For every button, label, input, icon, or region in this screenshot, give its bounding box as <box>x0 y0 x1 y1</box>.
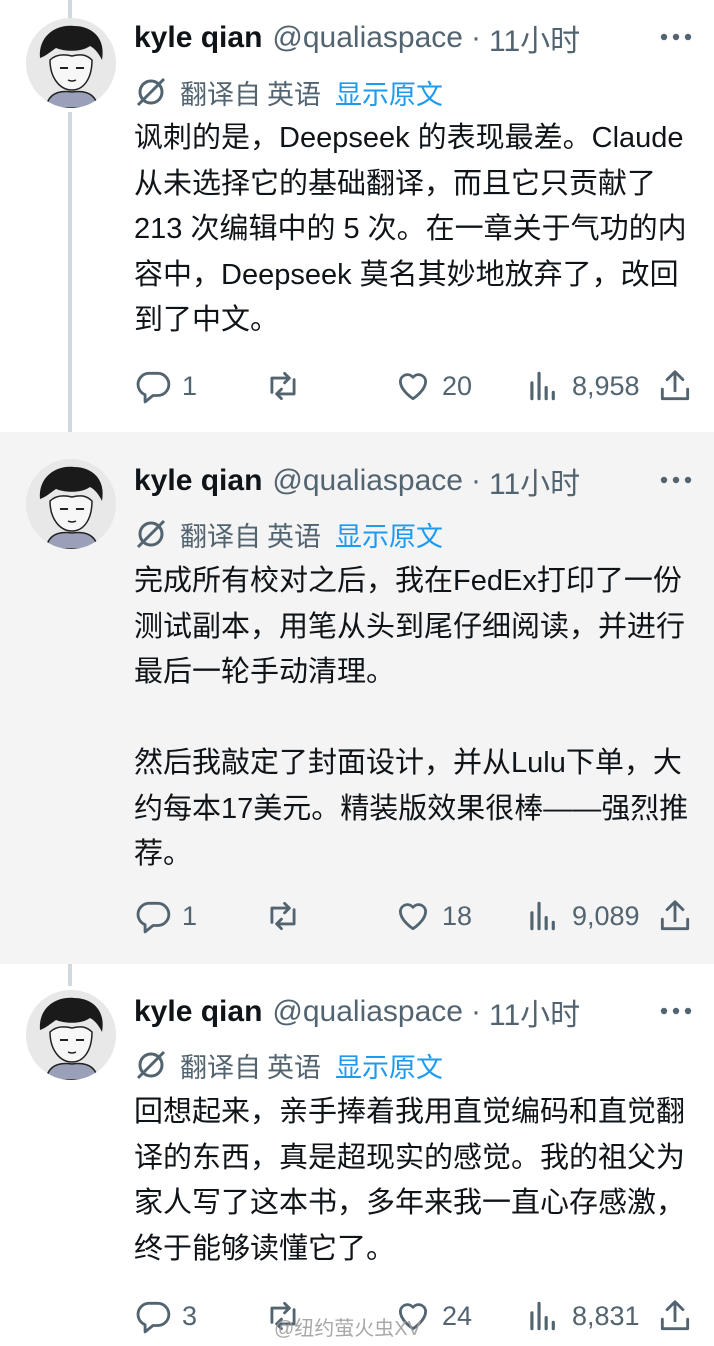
user-handle[interactable]: @qualiaspace <box>272 21 463 55</box>
like-count: 20 <box>442 370 473 401</box>
view-count: 8,831 <box>572 1300 640 1331</box>
share-button[interactable] <box>656 891 694 941</box>
timestamp[interactable]: 11小时 <box>489 459 580 503</box>
user-handle[interactable]: @qualiaspace <box>272 995 463 1029</box>
tweet-2[interactable]: kyle qian @qualiaspace · 11小时 翻译自 英语 显示原… <box>0 432 714 964</box>
source-language: 英语 <box>267 521 321 552</box>
retweet-button[interactable] <box>264 891 312 941</box>
separator-dot: · <box>470 464 481 497</box>
reply-icon <box>136 901 171 934</box>
display-name[interactable]: kyle qian <box>134 464 262 498</box>
view-count: 9,089 <box>572 900 640 931</box>
translation-bar: 翻译自 英语 显示原文 <box>134 1043 443 1087</box>
reply-count: 3 <box>182 1300 198 1331</box>
separator-dot: · <box>470 21 481 54</box>
translated-from-label: 翻译自 <box>180 1052 261 1083</box>
show-original-link[interactable]: 显示原文 <box>335 515 443 554</box>
more-icon[interactable] <box>658 465 694 495</box>
views-icon <box>530 1301 555 1331</box>
reply-button[interactable]: 1 <box>134 891 197 941</box>
like-count: 18 <box>442 900 473 931</box>
view-count: 8,958 <box>572 370 640 401</box>
share-icon <box>660 900 690 931</box>
avatar[interactable] <box>26 990 116 1080</box>
share-icon <box>660 370 690 401</box>
views-icon <box>530 371 555 401</box>
reply-icon <box>136 371 171 404</box>
like-button[interactable]: 18 <box>394 891 472 941</box>
source-language: 英语 <box>267 79 321 110</box>
reply-count: 1 <box>182 370 198 401</box>
retweet-button[interactable] <box>264 361 312 411</box>
translate-icon <box>136 1050 166 1080</box>
show-original-link[interactable]: 显示原文 <box>335 73 443 112</box>
avatar[interactable] <box>26 459 116 549</box>
views-icon <box>530 901 555 931</box>
retweet-icon <box>270 371 296 401</box>
views-button[interactable]: 8,958 <box>524 361 640 411</box>
show-original-link[interactable]: 显示原文 <box>335 1046 443 1085</box>
share-button[interactable] <box>656 1291 694 1341</box>
tweet-text: 完成所有校对之后，我在FedEx打印了一份测试副本，用笔从头到尾仔细阅读，并进行… <box>134 565 689 870</box>
retweet-icon <box>270 901 296 931</box>
user-handle[interactable]: @qualiaspace <box>272 464 463 498</box>
tweet-header: kyle qian @qualiaspace · 11小时 <box>134 16 694 60</box>
action-bar: 1 18 9,089 <box>134 891 694 941</box>
watermark: @纽约萤火虫XV <box>274 1318 421 1340</box>
timestamp[interactable]: 11小时 <box>489 16 580 60</box>
like-icon <box>398 903 428 931</box>
reply-button[interactable]: 1 <box>134 361 197 411</box>
tweet-header: kyle qian @qualiaspace · 11小时 <box>134 990 694 1034</box>
separator-dot: · <box>470 995 481 1028</box>
tweet-1[interactable]: kyle qian @qualiaspace · 11小时 翻译自 英语 显示原… <box>0 0 714 432</box>
display-name[interactable]: kyle qian <box>134 995 262 1029</box>
reply-icon <box>136 1301 171 1334</box>
tweet-text: 讽刺的是，Deepseek 的表现最差。Claude 从未选择它的基础翻译，而且… <box>134 122 692 336</box>
translate-icon <box>136 77 166 107</box>
source-language: 英语 <box>267 1052 321 1083</box>
action-bar: 1 20 8,958 <box>134 361 694 411</box>
reply-count: 1 <box>182 900 198 931</box>
like-count: 24 <box>442 1300 473 1331</box>
translated-from-label: 翻译自 <box>180 521 261 552</box>
more-icon[interactable] <box>658 22 694 52</box>
views-button[interactable]: 9,089 <box>524 891 640 941</box>
tweet-3[interactable]: kyle qian @qualiaspace · 11小时 翻译自 英语 显示原… <box>0 964 714 1346</box>
timestamp[interactable]: 11小时 <box>489 990 580 1034</box>
like-icon <box>398 373 428 401</box>
tweet-header: kyle qian @qualiaspace · 11小时 <box>134 459 694 503</box>
avatar[interactable] <box>26 18 116 108</box>
translate-icon <box>136 519 166 549</box>
display-name[interactable]: kyle qian <box>134 21 262 55</box>
share-button[interactable] <box>656 361 694 411</box>
tweet-text: 回想起来，亲手捧着我用直觉编码和直觉翻译的东西，真是超现实的感觉。我的祖父为家人… <box>134 1096 686 1265</box>
more-icon[interactable] <box>658 996 694 1026</box>
translation-bar: 翻译自 英语 显示原文 <box>134 512 443 556</box>
like-button[interactable]: 20 <box>394 361 472 411</box>
views-button[interactable]: 8,831 <box>524 1291 640 1341</box>
translated-from-label: 翻译自 <box>180 79 261 110</box>
share-icon <box>660 1300 690 1331</box>
reply-button[interactable]: 3 <box>134 1291 197 1341</box>
translation-bar: 翻译自 英语 显示原文 <box>134 70 443 114</box>
